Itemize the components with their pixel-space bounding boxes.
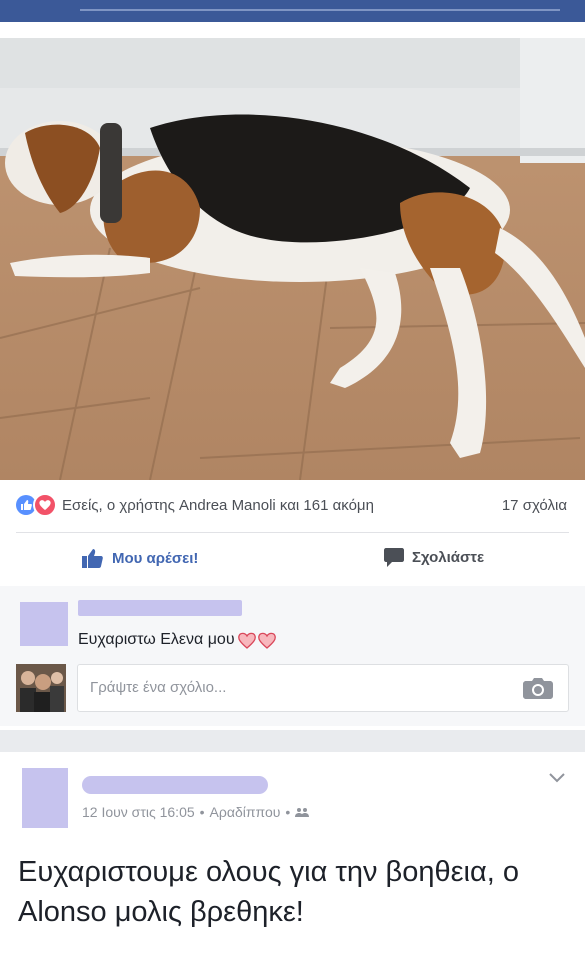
heart-emoji-icons <box>237 630 277 650</box>
post-date[interactable]: 12 Ιουν στις 16:05 <box>82 804 195 820</box>
post-body-text: Ευχαριστουμε ολους για την βοηθεια, ο Al… <box>18 856 519 928</box>
like-button-label: Μου αρέσει! <box>112 549 199 567</box>
top-header-bar <box>0 0 585 22</box>
friends-icon <box>295 804 310 820</box>
post-actions: Μου αρέσει! Σχολιάστε <box>0 538 585 580</box>
comment-icon <box>384 548 404 567</box>
comments-section: Ευχαριστω Ελενα μου Γράψτε ένα σχόλιο... <box>0 586 585 726</box>
author-avatar[interactable] <box>22 768 68 828</box>
reactions-summary[interactable]: Εσείς, ο χρήστης Andrea Manoli και 161 α… <box>62 497 374 514</box>
post-meta: 12 Ιουν στις 16:05 • Αραδίππου • <box>82 804 310 820</box>
meta-separator: • <box>199 804 205 820</box>
my-avatar[interactable] <box>16 664 66 712</box>
post-photo[interactable] <box>0 38 585 480</box>
feed-post: 12 Ιουν στις 16:05 • Αραδίππου • Ευχαρισ… <box>0 752 585 960</box>
commenter-avatar[interactable] <box>20 602 68 646</box>
comment-input-placeholder: Γράψτε ένα σχόλιο... <box>90 679 227 696</box>
comments-count[interactable]: 17 σχόλια <box>502 497 567 514</box>
comment-body: Ευχαριστω Ελενα μου <box>78 631 235 649</box>
love-icon <box>33 493 57 517</box>
post-location[interactable]: Αραδίππου <box>210 804 281 820</box>
author-name-redacted[interactable] <box>82 776 268 794</box>
divider <box>16 532 569 533</box>
comment-text: Ευχαριστω Ελενα μου <box>78 630 277 650</box>
dog-photo-illustration <box>0 38 585 480</box>
like-button[interactable]: Μου αρέσει! <box>82 548 198 568</box>
comment-button[interactable]: Σχολιάστε <box>384 548 484 567</box>
commenter-name-redacted[interactable] <box>78 600 242 616</box>
header-divider <box>80 9 560 11</box>
camera-icon[interactable] <box>523 677 553 704</box>
chevron-down-icon[interactable] <box>549 770 565 788</box>
meta-separator: • <box>285 804 291 820</box>
comment-button-label: Σχολιάστε <box>412 549 485 566</box>
reactions-row[interactable]: Εσείς, ο χρήστης Andrea Manoli και 161 α… <box>0 486 585 526</box>
thumbs-up-icon <box>82 549 103 568</box>
feed-separator <box>0 730 585 752</box>
comment-input[interactable]: Γράψτε ένα σχόλιο... <box>77 664 569 712</box>
